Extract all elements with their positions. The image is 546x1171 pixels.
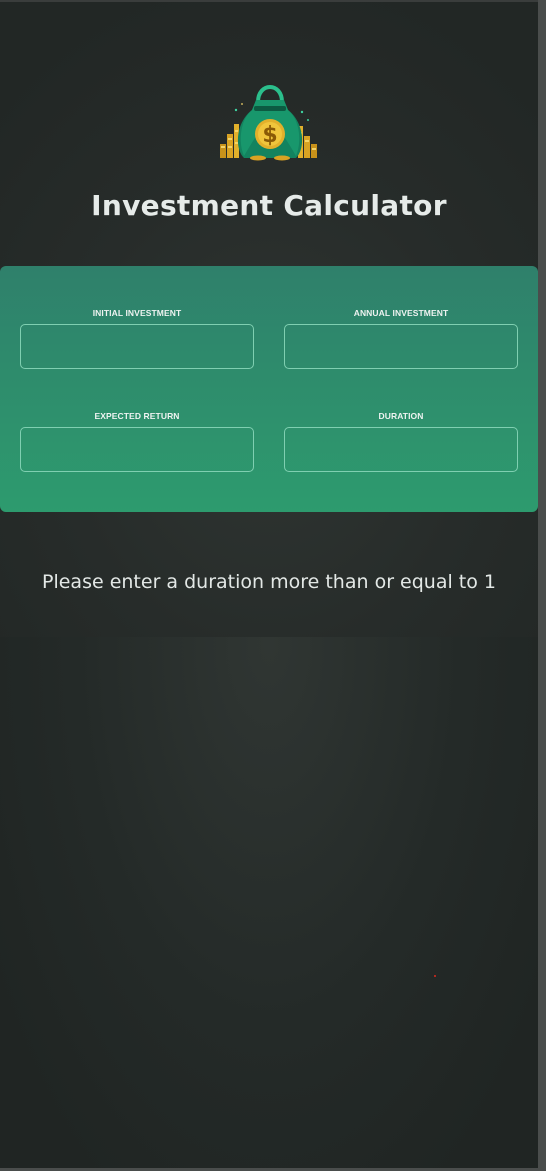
page-title: Investment Calculator [91,189,447,222]
expected-return-label: EXPECTED RETURN [94,411,180,421]
annual-investment-group: ANNUAL INVESTMENT [284,306,518,369]
validation-message: Please enter a duration more than or equ… [42,571,496,593]
duration-input[interactable] [284,427,518,472]
initial-investment-group: INITIAL INVESTMENT [20,306,254,369]
scrollbar-gutter [538,0,546,1171]
stray-pixel [434,975,436,977]
annual-investment-input[interactable] [284,324,518,369]
annual-investment-label: ANNUAL INVESTMENT [353,308,449,318]
duration-group: DURATION [284,409,518,472]
svg-text:$: $ [262,123,277,148]
user-input-card: INITIAL INVESTMENT ANNUAL INVESTMENT EXP… [0,266,538,512]
expected-return-group: EXPECTED RETURN [20,409,254,472]
money-bag-icon: $ [220,85,317,161]
initial-investment-input[interactable] [20,324,254,369]
app-viewport: $ Investment Calculator INITIAL INVESTME… [0,2,538,1168]
app-header: $ Investment Calculator [0,2,538,262]
expected-return-input[interactable] [20,427,254,472]
initial-investment-label: INITIAL INVESTMENT [92,308,182,318]
duration-label: DURATION [378,411,424,421]
calculator-section: $ Investment Calculator INITIAL INVESTME… [0,2,538,637]
